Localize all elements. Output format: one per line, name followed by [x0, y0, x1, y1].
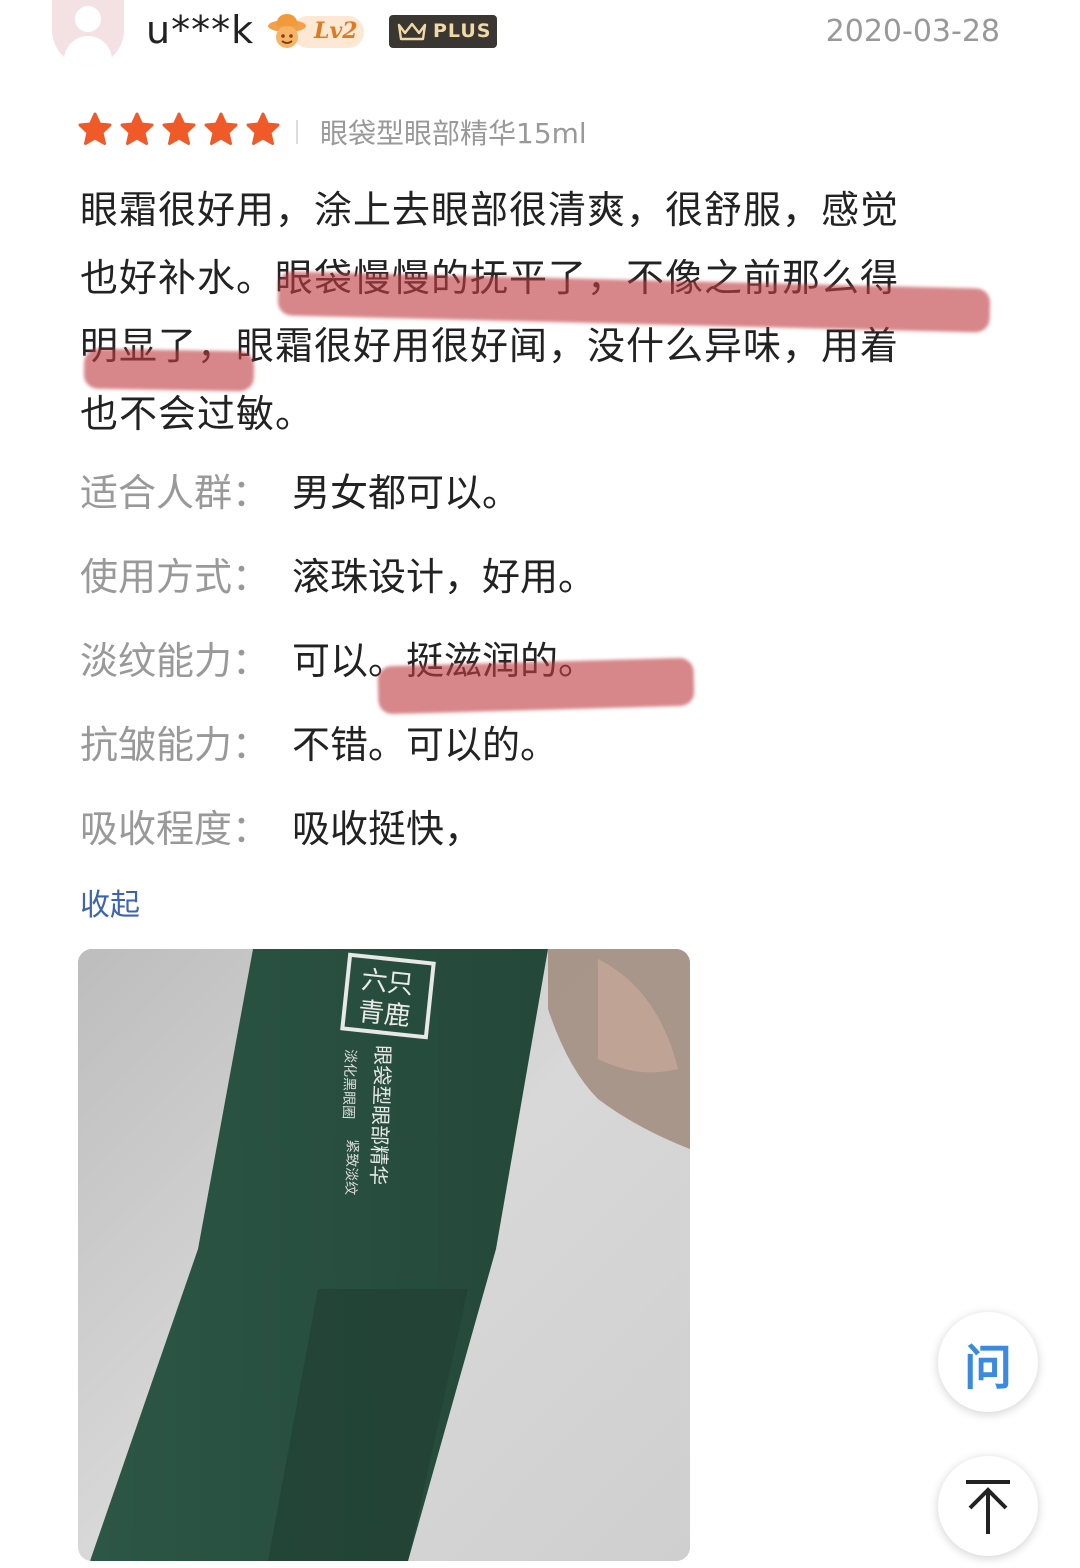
- highlight-stroke: [377, 657, 695, 715]
- avatar-body-shape: [64, 36, 112, 66]
- star-icon: [120, 112, 154, 145]
- review-date: 2020-03-28: [825, 14, 1000, 49]
- plus-text: PLUS: [433, 20, 492, 42]
- highlight-stroke: [83, 348, 255, 392]
- box-product-name: 眼袋型眼部精华: [366, 1045, 395, 1186]
- review-photo[interactable]: 六只 青鹿 眼袋型眼部精华 淡化黑眼圈 紧致淡纹: [78, 949, 690, 1561]
- avatar[interactable]: [52, 0, 124, 66]
- star-icon: [78, 112, 112, 145]
- avatar-head-shape: [75, 6, 101, 32]
- star-icon: [204, 112, 238, 145]
- attribute-key: 淡纹能力：: [80, 639, 271, 683]
- product-variant: 眼袋型眼部精华15ml: [320, 117, 587, 150]
- ask-button[interactable]: 问: [938, 1312, 1038, 1412]
- level-cowboy-icon: [268, 14, 306, 48]
- attribute-value: 滚珠设计，好用。: [292, 555, 597, 599]
- username[interactable]: u***k: [146, 8, 254, 52]
- box-sub-text: 淡化黑眼圈: [340, 1049, 358, 1120]
- attribute-value: 吸收挺快，: [292, 807, 483, 851]
- box-sub-text: 紧致淡纹: [342, 1139, 360, 1196]
- attribute-key: 使用方式：: [80, 555, 271, 599]
- level-text: Lv2: [314, 18, 358, 44]
- review-line: 眼霜很好用，涂上去眼部很清爽，很舒服，感觉: [80, 188, 900, 232]
- star-icon: [162, 112, 196, 145]
- attribute-key: 抗皱能力：: [80, 723, 271, 767]
- level-badge: Lv2: [266, 10, 366, 52]
- attribute-row: 适合人群： 男女都可以。: [80, 462, 520, 517]
- plus-badge: PLUS: [389, 15, 497, 48]
- collapse-link[interactable]: 收起: [80, 880, 140, 924]
- attribute-value: 不错。可以的。: [292, 723, 559, 767]
- ask-icon: 问: [963, 1340, 1012, 1396]
- attribute-value: 男女都可以。: [292, 471, 521, 515]
- box-logo-text: 青鹿: [357, 997, 412, 1032]
- attribute-key: 适合人群：: [80, 471, 271, 515]
- attribute-key: 吸收程度：: [80, 807, 271, 851]
- attribute-row: 使用方式： 滚珠设计，好用。: [80, 546, 596, 601]
- arrow-up-to-top-icon: [966, 1480, 1010, 1534]
- attribute-row: 吸收程度： 吸收挺快，: [80, 798, 482, 853]
- back-to-top-button[interactable]: [938, 1456, 1038, 1556]
- rating-divider: [296, 120, 298, 144]
- star-icon: [246, 112, 280, 145]
- box-logo-text: 六只: [360, 965, 415, 1000]
- photo-illustration: 六只 青鹿 眼袋型眼部精华 淡化黑眼圈 紧致淡纹: [78, 949, 690, 1561]
- crown-icon: [397, 22, 427, 41]
- attribute-row: 抗皱能力： 不错。可以的。: [80, 714, 558, 769]
